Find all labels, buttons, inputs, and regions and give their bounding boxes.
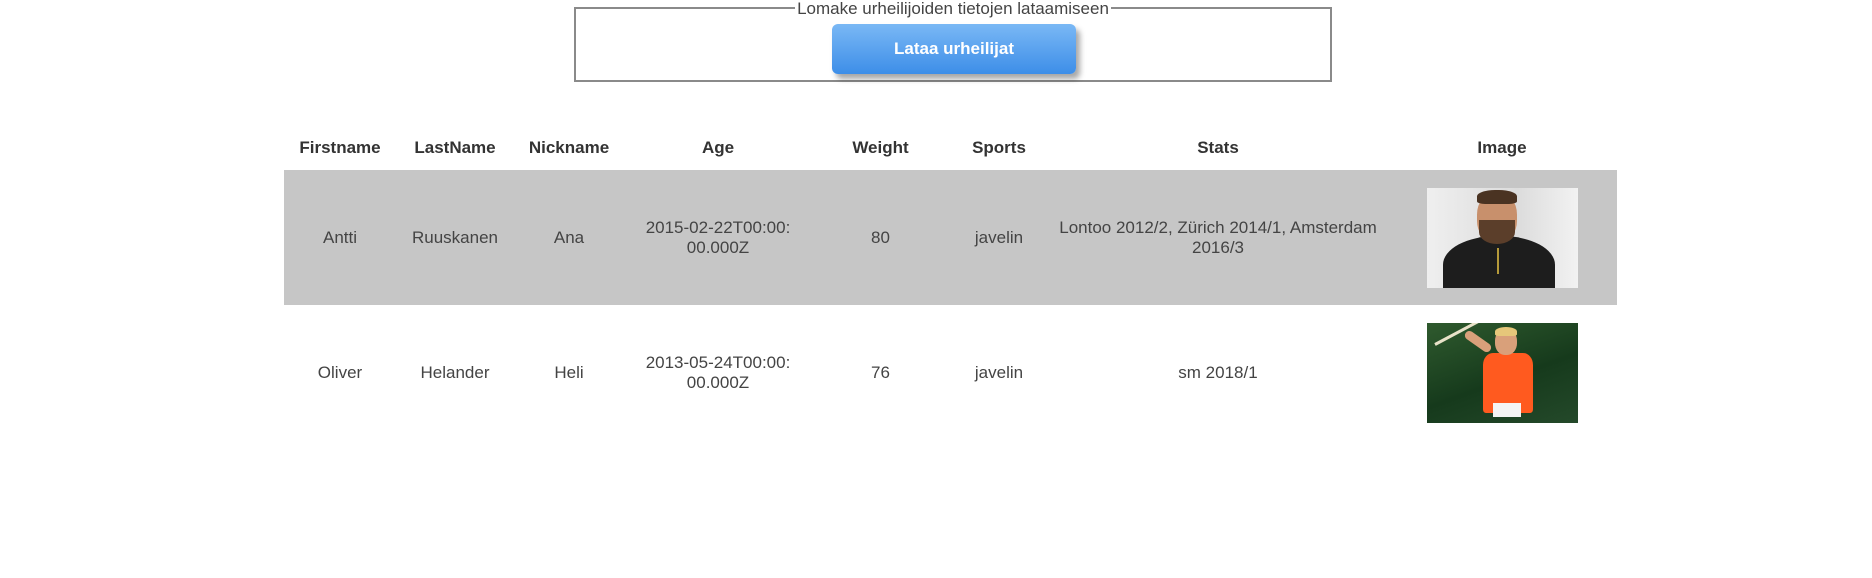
cell-image (1387, 170, 1617, 305)
header-nickname: Nickname (528, 138, 610, 157)
athletes-table: Firstname LastName Nickname Age Weight S… (284, 126, 1617, 441)
header-stats: Stats (1197, 138, 1239, 157)
cell-age-text: 2013-05-24T00:00:00.000Z (645, 353, 791, 392)
cell-sports: javelin (949, 305, 1049, 441)
cell-lastname: Helander (396, 305, 514, 441)
photo-bib-shape (1492, 403, 1521, 417)
photo-hoodie-string (1496, 247, 1499, 274)
cell-stats: sm 2018/1 (1049, 305, 1387, 441)
cell-firstname: Oliver (284, 305, 396, 441)
javelin-thrower-photo (1426, 323, 1578, 423)
header-age: Age (701, 138, 735, 157)
table-row: Antti Ruuskanen Ana 2015-02-22T00:00:00.… (284, 170, 1617, 305)
athlete-portrait-photo (1426, 187, 1578, 288)
cell-age-text: 2015-02-22T00:00:00.000Z (645, 217, 791, 257)
cell-weight: 76 (812, 305, 949, 441)
header-weight: Weight (852, 138, 909, 157)
table-header-row: Firstname LastName Nickname Age Weight S… (284, 126, 1617, 170)
athlete-load-form: Lomake urheilijoiden tietojen lataamisee… (574, 0, 1332, 82)
photo-hair-shape (1476, 189, 1517, 204)
photo-arm-shape (1462, 329, 1493, 354)
cell-stats: Lontoo 2012/2, Zürich 2014/1, Amsterdam … (1049, 170, 1387, 305)
form-legend: Lomake urheilijoiden tietojen lataamisee… (576, 0, 1330, 18)
cell-weight: 80 (812, 170, 949, 305)
header-image: Image (1477, 138, 1527, 157)
form-legend-text: Lomake urheilijoiden tietojen lataamisee… (795, 0, 1111, 18)
header-firstname: Firstname (299, 138, 381, 157)
header-sports: Sports (972, 138, 1026, 157)
cell-nickname: Heli (514, 305, 624, 441)
load-athletes-button[interactable]: Lataa urheilijat (832, 24, 1076, 74)
cell-firstname: Antti (284, 170, 396, 305)
cell-sports: javelin (949, 170, 1049, 305)
cell-image (1387, 305, 1617, 441)
cell-age: 2015-02-22T00:00:00.000Z (624, 170, 812, 305)
photo-hair-shape (1494, 327, 1517, 336)
table-row: Oliver Helander Heli 2013-05-24T00:00:00… (284, 305, 1617, 441)
header-lastname: LastName (414, 138, 496, 157)
cell-nickname: Ana (514, 170, 624, 305)
photo-beard-shape (1478, 219, 1515, 244)
cell-age: 2013-05-24T00:00:00.000Z (624, 305, 812, 441)
cell-lastname: Ruuskanen (396, 170, 514, 305)
